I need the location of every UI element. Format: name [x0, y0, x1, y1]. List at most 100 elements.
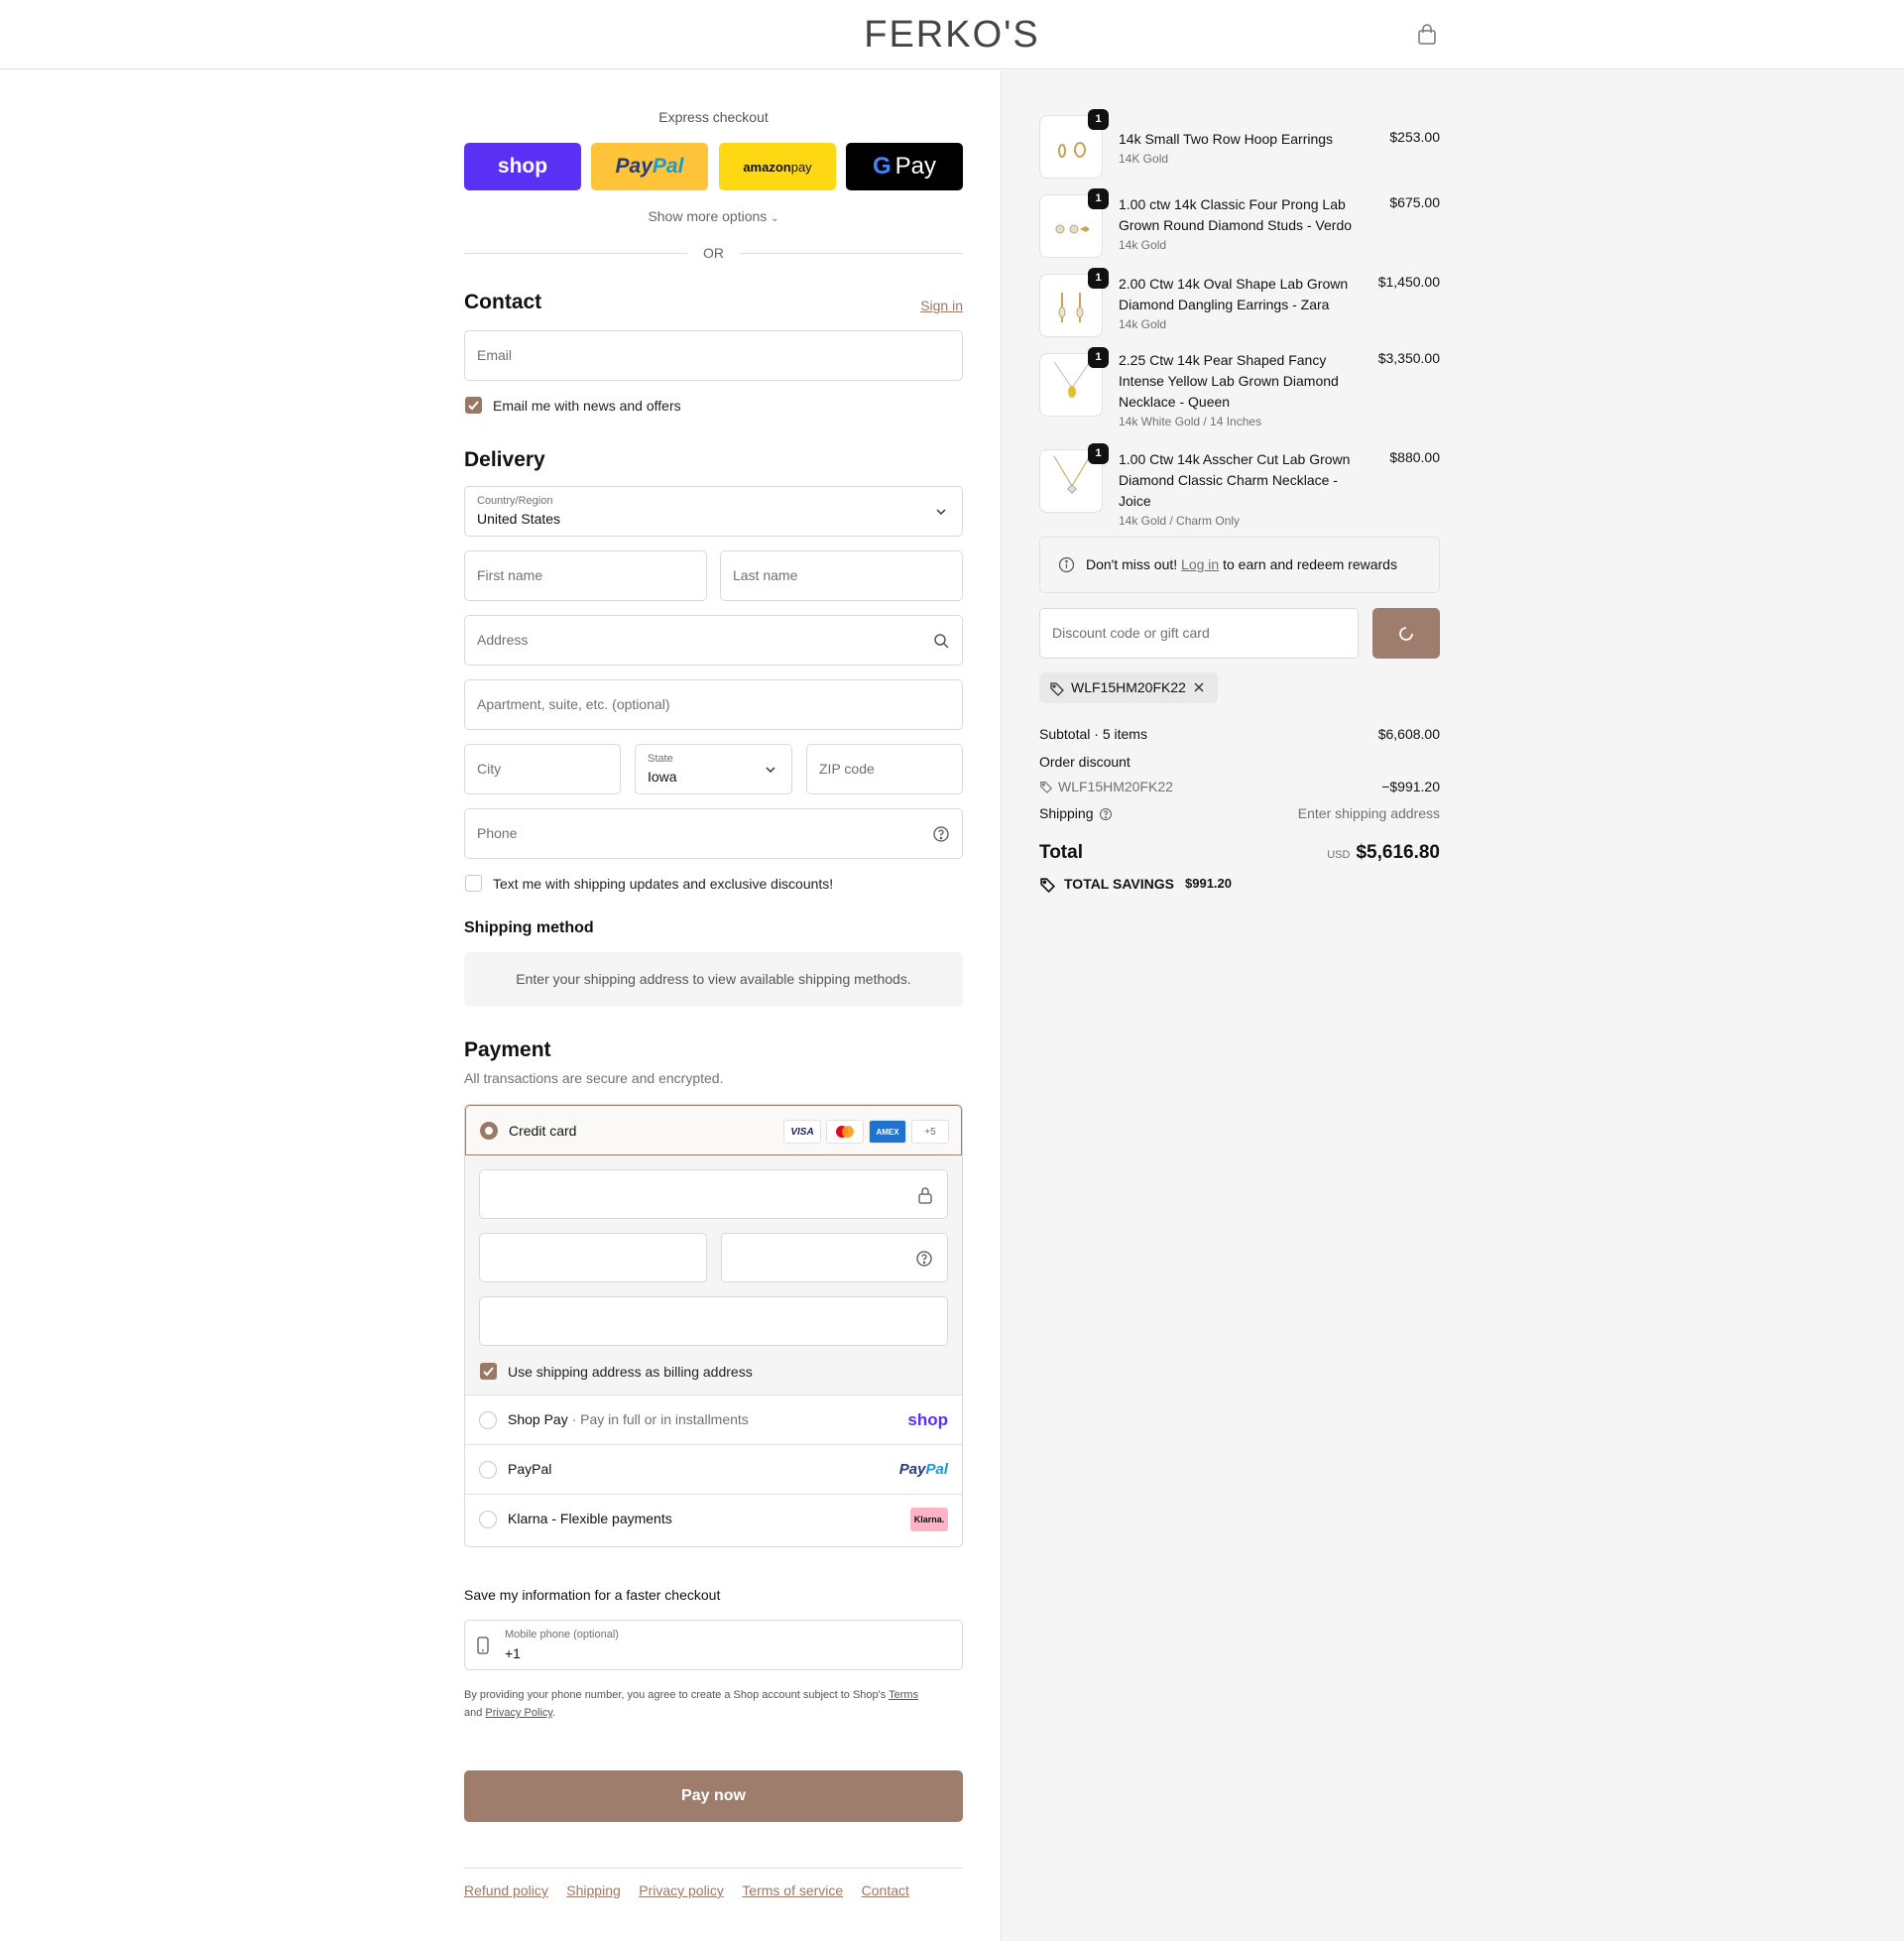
express-buttons: shop Pay Pal amazon pay G Pay — [464, 143, 963, 190]
shipping-value: Enter shipping address — [1297, 805, 1440, 821]
show-more-options[interactable]: Show more options ⌄ — [464, 208, 963, 224]
privacy-policy-link[interactable]: Privacy Policy — [485, 1707, 552, 1719]
sms-label: Text me with shipping updates and exclus… — [493, 876, 834, 892]
item-variant: 14k Gold — [1119, 317, 1167, 331]
visa-icon: VISA — [783, 1120, 821, 1144]
sign-in-link[interactable]: Sign in — [920, 298, 963, 313]
amazon-pay-text: pay — [790, 159, 812, 175]
payment-heading: Payment — [464, 1038, 551, 1061]
refund-policy-link[interactable]: Refund policy — [464, 1882, 548, 1898]
state-value: Iowa — [648, 769, 677, 785]
help-icon[interactable] — [1099, 807, 1113, 821]
save-info-heading: Save my information for a faster checkou… — [464, 1587, 721, 1603]
footer-links: Refund policy Shipping Privacy policy Te… — [464, 1868, 963, 1900]
or-text: OR — [703, 245, 724, 261]
terms-of-service-link[interactable]: Terms of service — [742, 1882, 843, 1898]
state-label: State — [648, 753, 673, 765]
paypal-option[interactable]: PayPal PayPal — [465, 1444, 962, 1494]
state-select[interactable]: State Iowa — [635, 744, 792, 794]
first-name-placeholder: First name — [477, 567, 543, 583]
privacy-policy-footer-link[interactable]: Privacy policy — [639, 1882, 724, 1898]
mobile-phone-field[interactable]: Mobile phone (optional) +1 — [464, 1620, 963, 1670]
discount-value: −$991.20 — [1381, 779, 1440, 794]
paypal-logo-a: Pay — [615, 155, 653, 178]
item-title: 1.00 ctw 14k Classic Four Prong Lab Grow… — [1119, 196, 1353, 233]
mobile-phone-label: Mobile phone (optional) — [505, 1629, 619, 1640]
first-name-field[interactable]: First name — [464, 550, 707, 601]
more-cards-badge: +5 — [911, 1120, 949, 1144]
check-icon — [468, 401, 479, 411]
credit-card-radio[interactable] — [480, 1122, 498, 1140]
bag-icon[interactable] — [1417, 24, 1437, 46]
chevron-down-icon — [936, 509, 946, 516]
shop-pay-radio[interactable] — [479, 1411, 497, 1429]
apply-discount-button[interactable] — [1372, 608, 1440, 659]
item-title: 2.25 Ctw 14k Pear Shaped Fancy Intense Y… — [1119, 352, 1339, 410]
item-price: $253.00 — [1389, 129, 1440, 145]
city-field[interactable]: City — [464, 744, 621, 794]
total-value: $5,616.80 — [1356, 842, 1440, 863]
country-select[interactable]: Country/Region United States — [464, 486, 963, 537]
security-code-field[interactable] — [721, 1233, 948, 1282]
order-discount-row: Order discount — [1039, 754, 1440, 770]
zip-field[interactable]: ZIP code — [806, 744, 963, 794]
item-variant: 14k Gold — [1119, 238, 1167, 252]
item-variant: 14K Gold — [1119, 152, 1169, 166]
shop-logo: shop — [497, 155, 548, 178]
klarna-radio[interactable] — [479, 1511, 497, 1528]
shipping-link[interactable]: Shipping — [566, 1882, 621, 1898]
store-logo[interactable]: FERKO'S — [0, 14, 1904, 57]
chevron-down-icon: ⌄ — [771, 213, 779, 224]
card-number-field[interactable] — [479, 1169, 948, 1219]
billing-checkbox[interactable] — [480, 1363, 497, 1380]
contact-link[interactable]: Contact — [862, 1882, 909, 1898]
savings-label: TOTAL SAVINGS — [1064, 876, 1174, 892]
express-checkout-title: Express checkout — [658, 109, 769, 125]
shop-pay-option[interactable]: Shop Pay · Pay in full or in installment… — [465, 1395, 962, 1444]
phone-field[interactable]: Phone — [464, 808, 963, 859]
payment-subtitle: All transactions are secure and encrypte… — [464, 1070, 724, 1086]
paypal-express-button[interactable]: Pay Pal — [591, 143, 708, 190]
sms-checkbox[interactable] — [465, 875, 482, 892]
applied-code: WLF15HM20FK22 — [1071, 679, 1186, 695]
log-in-link[interactable]: Log in — [1181, 556, 1219, 572]
news-label: Email me with news and offers — [493, 398, 681, 414]
address-field[interactable]: Address — [464, 615, 963, 666]
shipping-method-heading: Shipping method — [464, 919, 594, 936]
news-checkbox[interactable] — [465, 397, 482, 414]
expiration-field[interactable] — [479, 1233, 707, 1282]
klarna-option[interactable]: Klarna - Flexible payments Klarna. — [465, 1494, 962, 1546]
pay-now-button[interactable]: Pay now — [464, 1770, 963, 1822]
amazon-pay-express-button[interactable]: amazon pay — [719, 143, 836, 190]
help-icon[interactable] — [932, 825, 950, 843]
payment-methods: Credit card VISA AMEX +5 Use shipping ad… — [464, 1104, 963, 1547]
last-name-field[interactable]: Last name — [720, 550, 963, 601]
terms-link[interactable]: Terms — [889, 1689, 918, 1701]
total-row: Total USD $5,616.80 — [1039, 842, 1440, 870]
shop-pay-express-button[interactable]: shop — [464, 143, 581, 190]
google-pay-express-button[interactable]: G Pay — [846, 143, 963, 190]
line-item: 1 1.00 ctw 14k Classic Four Prong Lab Gr… — [1039, 188, 1440, 260]
paypal-label: PayPal — [508, 1461, 552, 1477]
paypal-logo-b: Pal — [652, 155, 684, 178]
discount-code-field[interactable]: Discount code or gift card — [1039, 608, 1359, 659]
item-variant: 14k Gold / Charm Only — [1119, 514, 1241, 528]
delivery-heading: Delivery — [464, 448, 545, 471]
klarna-logo: Klarna. — [910, 1508, 948, 1531]
tag-icon — [1040, 878, 1056, 893]
paypal-radio[interactable] — [479, 1461, 497, 1479]
applied-discount-tag: WLF15HM20FK22 — [1039, 672, 1218, 703]
info-icon — [1058, 556, 1075, 573]
line-item: 1 14k Small Two Row Hoop Earrings 14K Gol… — [1039, 109, 1440, 181]
credit-card-option[interactable]: Credit card VISA AMEX +5 — [465, 1105, 962, 1155]
shipping-method-info: Enter your shipping address to view avai… — [464, 952, 963, 1007]
quantity-badge: 1 — [1088, 109, 1109, 130]
apartment-field[interactable]: Apartment, suite, etc. (optional) — [464, 679, 963, 730]
line-item: 1 2.25 Ctw 14k Pear Shaped Fancy Intense… — [1039, 347, 1440, 436]
total-label: Total — [1039, 842, 1083, 863]
close-icon[interactable] — [1193, 681, 1205, 693]
legal-text-a: By providing your phone number, you agre… — [464, 1689, 890, 1701]
name-on-card-field[interactable] — [479, 1296, 948, 1346]
email-field[interactable]: Email — [464, 330, 963, 381]
help-icon[interactable] — [915, 1250, 933, 1268]
